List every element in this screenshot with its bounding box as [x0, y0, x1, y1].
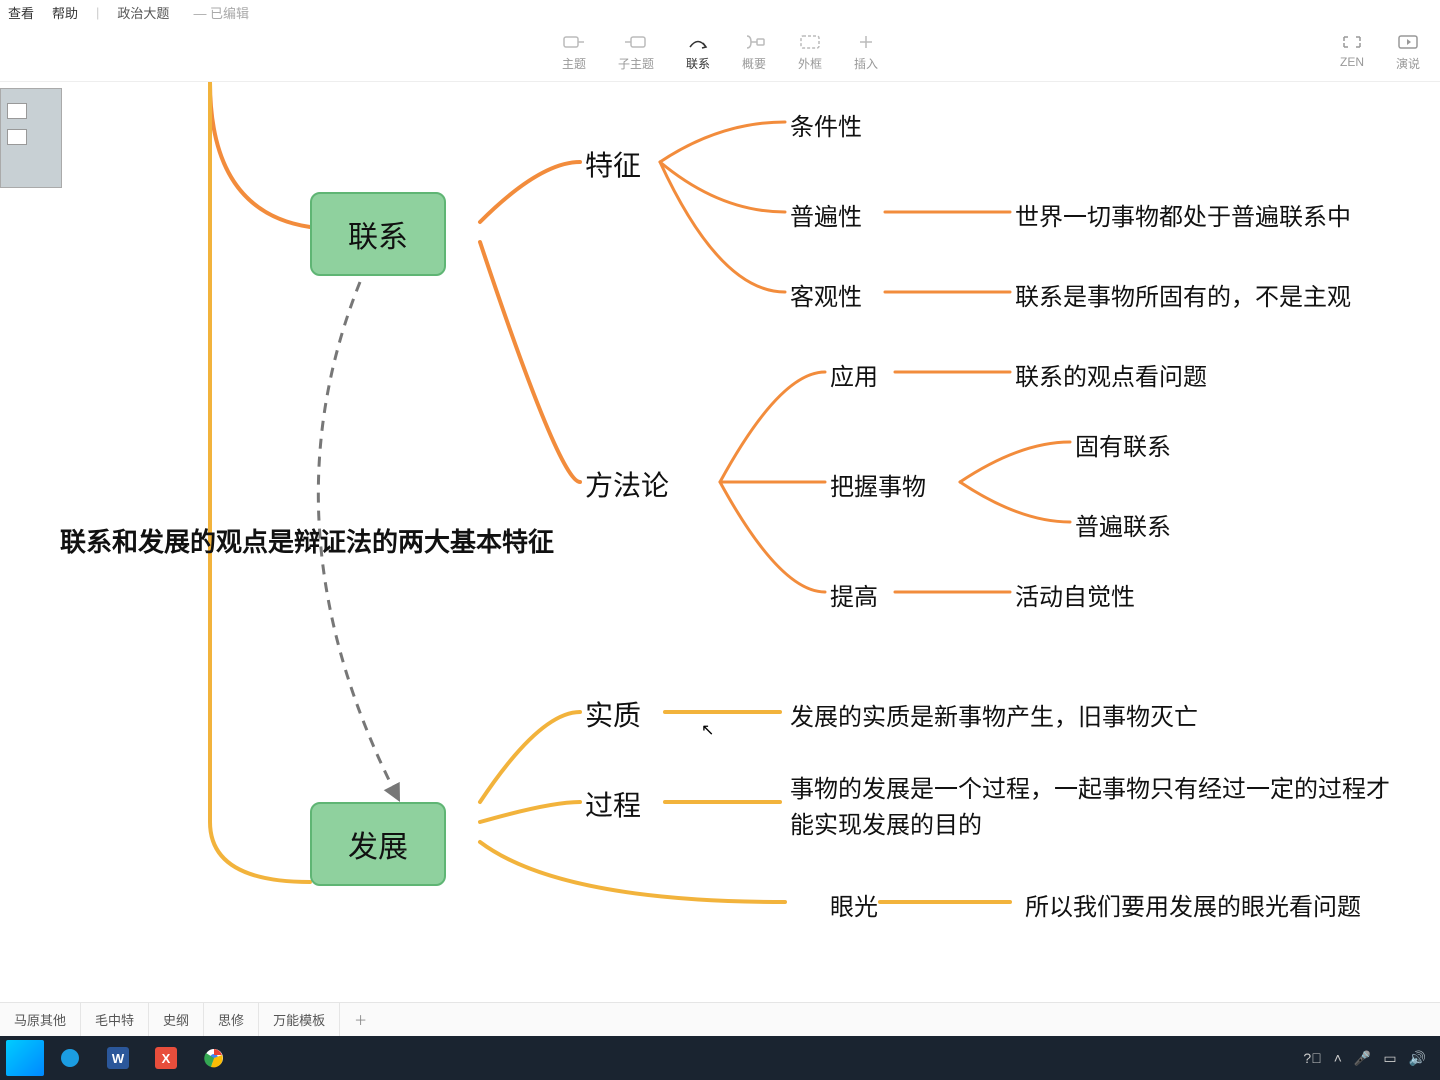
zen-button[interactable]: ZEN — [1340, 33, 1364, 72]
tab-5[interactable]: 万能模板 — [259, 1003, 340, 1036]
sheet-tabs: 马原其他 毛中特 史纲 思修 万能模板 ＋ — [0, 1002, 1440, 1036]
topic-icon — [563, 33, 585, 51]
node-guyoulianxi[interactable]: 固有联系 — [1075, 427, 1171, 462]
node-fangfalun[interactable]: 方法论 — [585, 464, 669, 504]
node-tiaojianxing[interactable]: 条件性 — [790, 107, 862, 142]
summary-icon — [743, 33, 765, 51]
node-bawoshiwu[interactable]: 把握事物 — [830, 467, 926, 502]
edited-indicator: — 已编辑 — [193, 3, 249, 22]
node-bold-summary[interactable]: 联系和发展的观点是辩证法的两大基本特征 — [60, 522, 554, 559]
thumbnail-panel[interactable] — [0, 88, 62, 188]
relation-icon — [687, 33, 709, 51]
mouse-cursor: ↖ — [701, 720, 714, 740]
boundary-icon — [799, 33, 821, 51]
doc-title: 政治大题 — [117, 3, 169, 22]
battery-icon[interactable]: ▭ — [1383, 1050, 1396, 1067]
boundary-button[interactable]: 外框 — [798, 33, 822, 72]
svg-text:X: X — [162, 1051, 171, 1066]
node-tezheng[interactable]: 特征 — [585, 144, 641, 184]
plus-icon — [855, 33, 877, 51]
tab-4[interactable]: 思修 — [204, 1003, 259, 1036]
mindmap-canvas[interactable]: 联系 发展 联系和发展的观点是辩证法的两大基本特征 特征 条件性 普遍性 世界一… — [0, 82, 1440, 1002]
node-tigao[interactable]: 提高 — [830, 577, 878, 612]
node-shizhi-desc[interactable]: 发展的实质是新事物产生，旧事物灭亡 — [790, 697, 1198, 732]
node-pubianxing[interactable]: 普遍性 — [790, 197, 862, 232]
task-word[interactable]: W — [96, 1040, 140, 1076]
node-yingyong[interactable]: 应用 — [830, 357, 878, 392]
node-shizhi[interactable]: 实质 — [585, 694, 641, 734]
task-xmind[interactable]: X — [144, 1040, 188, 1076]
node-yanguang[interactable]: 眼光 — [830, 887, 878, 922]
zen-icon — [1341, 33, 1363, 51]
mic-icon[interactable]: 🎤 — [1354, 1050, 1371, 1067]
subtopic-button[interactable]: 子主题 — [618, 33, 654, 72]
system-tray[interactable]: ?⃝ ˄ 🎤 ▭ 🔊 — [1303, 1050, 1434, 1067]
relation-button[interactable]: 联系 — [686, 33, 710, 72]
node-pubianxing-desc[interactable]: 世界一切事物都处于普遍联系中 — [1015, 197, 1351, 232]
insert-button[interactable]: 插入 — [854, 33, 878, 72]
topic-button[interactable]: 主题 — [562, 33, 586, 72]
menu-help[interactable]: 帮助 — [52, 3, 78, 22]
help-icon[interactable]: ?⃝ — [1303, 1050, 1321, 1066]
start-button[interactable] — [6, 1040, 44, 1076]
task-edge[interactable] — [48, 1040, 92, 1076]
toolbar: 主题 子主题 联系 概要 外框 插入 ZEN 演说 — [0, 24, 1440, 82]
tab-1[interactable]: 马原其他 — [0, 1003, 81, 1036]
node-yanguang-desc[interactable]: 所以我们要用发展的眼光看问题 — [1025, 887, 1361, 922]
play-icon — [1397, 33, 1419, 51]
node-keguanxing-desc[interactable]: 联系是事物所固有的，不是主观 — [1015, 277, 1351, 312]
node-tigao-desc[interactable]: 活动自觉性 — [1015, 577, 1135, 612]
chevron-up-icon[interactable]: ˄ — [1334, 1050, 1342, 1066]
menu-view[interactable]: 查看 — [8, 3, 34, 22]
node-lianxi[interactable]: 联系 — [310, 192, 446, 276]
node-yingyong-desc[interactable]: 联系的观点看问题 — [1015, 357, 1207, 392]
present-button[interactable]: 演说 — [1396, 33, 1420, 72]
taskbar: W X ?⃝ ˄ 🎤 ▭ 🔊 — [0, 1036, 1440, 1080]
node-keguanxing[interactable]: 客观性 — [790, 277, 862, 312]
summary-button[interactable]: 概要 — [742, 33, 766, 72]
subtopic-icon — [625, 33, 647, 51]
tab-3[interactable]: 史纲 — [149, 1003, 204, 1036]
svg-text:W: W — [112, 1051, 125, 1066]
volume-icon[interactable]: 🔊 — [1409, 1050, 1426, 1067]
node-guocheng[interactable]: 过程 — [585, 784, 641, 824]
task-chrome[interactable] — [192, 1040, 236, 1076]
tab-2[interactable]: 毛中特 — [81, 1003, 149, 1036]
node-guocheng-desc[interactable]: 事物的发展是一个过程，一起事物只有经过一定的过程才能实现发展的目的 — [790, 772, 1410, 844]
node-pubianlianxi[interactable]: 普遍联系 — [1075, 507, 1171, 542]
node-fazhan[interactable]: 发展 — [310, 802, 446, 886]
add-tab-button[interactable]: ＋ — [340, 1010, 381, 1029]
